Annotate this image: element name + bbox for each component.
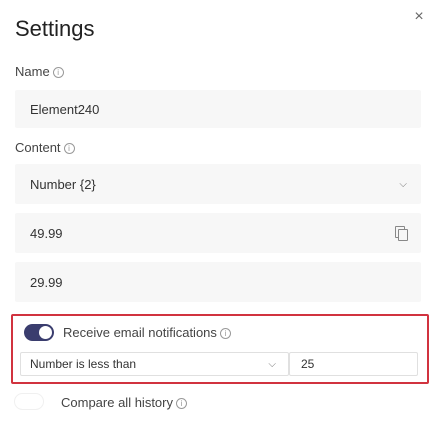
- content-label: Content: [15, 140, 61, 155]
- email-notifications-panel: Receive email notifications i Number is l…: [11, 314, 429, 384]
- threshold-input[interactable]: 25: [289, 352, 418, 376]
- name-label-row: Name i: [15, 64, 64, 79]
- email-notifications-label: Receive email notifications: [63, 325, 217, 340]
- content-label-row: Content i: [15, 140, 75, 155]
- close-icon[interactable]: ×: [409, 7, 429, 27]
- content-value: 29.99: [30, 274, 63, 290]
- content-value-row: 49.99: [15, 213, 421, 253]
- threshold-value: 25: [301, 357, 315, 371]
- condition-value: Number is less than: [30, 357, 137, 371]
- info-icon[interactable]: i: [52, 67, 64, 78]
- info-icon[interactable]: i: [176, 398, 187, 409]
- compare-history-toggle[interactable]: [14, 393, 44, 410]
- settings-title: Settings: [15, 16, 95, 41]
- content-value: 49.99: [30, 225, 63, 241]
- condition-select[interactable]: Number is less than ⌵: [20, 352, 289, 376]
- chevron-down-icon: ⌵: [268, 358, 276, 370]
- name-value: Element240: [30, 101, 100, 117]
- content-select[interactable]: Number {2} ⌵: [15, 164, 421, 204]
- info-icon[interactable]: i: [63, 143, 75, 154]
- info-icon[interactable]: i: [219, 328, 231, 339]
- toggle-knob: [39, 326, 52, 339]
- chevron-down-icon: ⌵: [399, 178, 407, 190]
- name-field[interactable]: Element240: [15, 90, 421, 128]
- name-label: Name: [15, 64, 50, 79]
- content-value-row: 29.99: [15, 262, 421, 302]
- email-notifications-label-row: Receive email notifications i: [63, 325, 231, 340]
- email-notifications-toggle[interactable]: [24, 324, 54, 341]
- copy-icon[interactable]: [395, 226, 408, 241]
- compare-history-label-row: Compare all history i: [61, 395, 187, 410]
- content-selected-value: Number {2}: [30, 176, 96, 192]
- compare-history-label: Compare all history: [61, 395, 173, 410]
